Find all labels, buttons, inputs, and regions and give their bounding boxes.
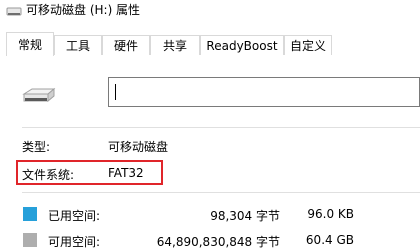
- title-bar: 可移动磁盘 (H:) 属性: [0, 0, 420, 28]
- removable-drive-icon: [22, 87, 56, 103]
- volume-name-input[interactable]: [108, 77, 420, 107]
- used-space-bytes: 98,304 字节: [210, 209, 280, 223]
- free-space-label: 可用空间:: [48, 235, 101, 249]
- tab-general[interactable]: 常规: [6, 32, 54, 56]
- tab-readyboost[interactable]: ReadyBoost: [200, 35, 284, 55]
- removable-drive-icon: [6, 7, 22, 16]
- filesystem-label: 文件系统:: [22, 168, 75, 182]
- tab-label: 自定义: [289, 39, 326, 53]
- tab-label: ReadyBoost: [206, 39, 278, 53]
- tab-hardware[interactable]: 硬件: [102, 35, 150, 55]
- tab-tools[interactable]: 工具: [54, 35, 102, 55]
- general-tab-panel: 类型: 可移动磁盘 文件系统: FAT32 已用空间: 98,304 字节 96…: [0, 56, 420, 249]
- tab-label: 工具: [65, 39, 90, 53]
- tab-bar: 常规 工具 硬件 共享 ReadyBoost 自定义: [0, 28, 420, 57]
- free-space-bytes: 64,890,830,848 字节: [156, 235, 280, 249]
- used-space-swatch: [23, 207, 37, 221]
- free-space-swatch: [23, 233, 37, 247]
- divider: [22, 192, 420, 193]
- tab-label: 共享: [162, 39, 187, 53]
- type-label: 类型:: [22, 140, 51, 154]
- tab-label: 硬件: [113, 39, 138, 53]
- divider: [22, 127, 420, 128]
- window-title: 可移动磁盘 (H:) 属性: [26, 3, 141, 17]
- used-space-size: 96.0 KB: [307, 207, 354, 221]
- tab-label: 常规: [17, 38, 42, 52]
- filesystem-value: FAT32: [108, 166, 144, 180]
- used-space-label: 已用空间:: [48, 209, 101, 223]
- text-caret: [115, 84, 116, 100]
- tab-sharing[interactable]: 共享: [150, 35, 200, 55]
- free-space-size: 60.4 GB: [305, 233, 354, 247]
- tab-customize[interactable]: 自定义: [284, 35, 332, 55]
- type-value: 可移动磁盘: [108, 140, 169, 154]
